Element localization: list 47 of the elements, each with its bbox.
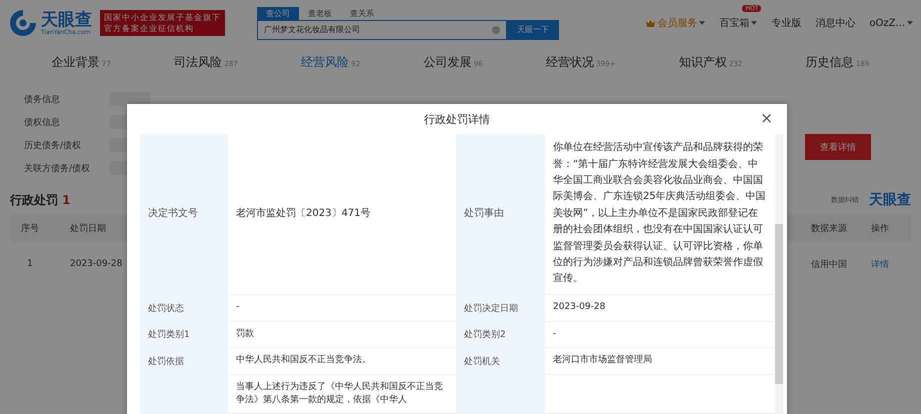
- column-header: 序号: [20, 222, 40, 234]
- sidebar-item[interactable]: 历史债务/债权: [24, 138, 100, 152]
- table-cell-text: 信用中国: [811, 258, 848, 270]
- scrollbar[interactable]: [775, 134, 783, 414]
- field-label: 处罚机关: [456, 348, 545, 375]
- field-label: 处罚依据: [140, 348, 228, 375]
- banner-text: 官方备案企业征信机构: [104, 23, 195, 34]
- section-title: 行政处罚 1: [10, 192, 71, 208]
- table-cell-text: 2023-09-28: [70, 259, 124, 269]
- clear-icon[interactable]: [492, 26, 500, 34]
- eye-logo-icon: [8, 8, 38, 38]
- scroll-thumb[interactable]: [775, 224, 783, 384]
- brand-logo-text: 天眼查: [869, 191, 911, 209]
- table-cell-text: 1: [26, 259, 34, 269]
- field-label: 处罚状态: [140, 295, 228, 322]
- crown-icon: [646, 20, 656, 26]
- field-label: 处罚类别1: [140, 322, 228, 348]
- sidebar-item[interactable]: 债权信息: [24, 116, 100, 128]
- search-tab[interactable]: 查公司: [257, 6, 299, 20]
- field-label: 处罚类别2: [456, 322, 545, 348]
- menu-link[interactable]: 百宝箱: [719, 16, 750, 30]
- field-label: 决定书文号: [140, 134, 228, 296]
- sidebar-item[interactable]: 债务信息: [24, 92, 100, 106]
- menu-link[interactable]: 专业版: [771, 16, 802, 30]
- details-link[interactable]: 详情: [871, 258, 911, 270]
- banner-text: 国家中小企业发展子基金旗下: [104, 12, 221, 23]
- menu-link[interactable]: oOzZ...: [869, 18, 905, 28]
- caret-icon: [699, 21, 706, 25]
- search-button[interactable]: 天眼一下: [507, 20, 559, 40]
- column-header: 操作: [871, 222, 890, 234]
- sidebar-item[interactable]: 关联方债务/债权: [24, 162, 100, 174]
- field-label: 处罚决定日期: [456, 295, 545, 322]
- search-field[interactable]: 广州梦文花化妆品有限公司: [257, 20, 507, 40]
- menu-link[interactable]: 会员服务: [657, 16, 698, 30]
- search-tab[interactable]: 查关系: [341, 6, 383, 20]
- logo-text: 天眼查: [41, 10, 92, 28]
- field-label: 处罚事由: [456, 134, 545, 296]
- column-header: 数据来源: [811, 222, 848, 234]
- column-header: 处罚日期: [70, 222, 107, 234]
- caret-icon: [907, 21, 913, 25]
- dialog-title: 行政处罚详情: [424, 112, 490, 126]
- view-details-button[interactable]: 查看详情: [805, 134, 871, 160]
- caret-icon: [751, 21, 758, 25]
- search-tab[interactable]: 查老板: [299, 6, 341, 20]
- menu-link[interactable]: 消息中心: [815, 16, 856, 30]
- field-box: [110, 92, 150, 106]
- close-button[interactable]: ×: [760, 111, 773, 126]
